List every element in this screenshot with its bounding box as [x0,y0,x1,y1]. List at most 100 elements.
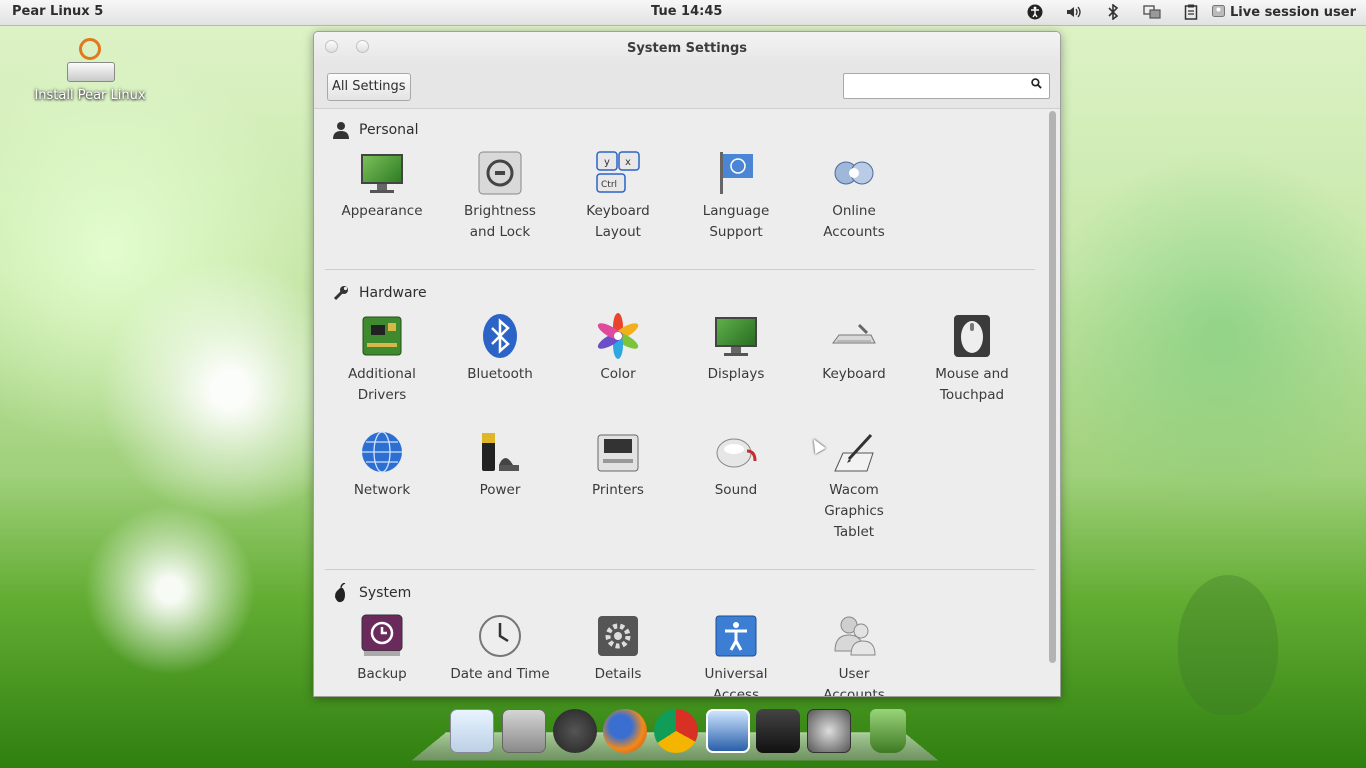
scrollbar-thumb[interactable] [1049,111,1056,663]
clock-icon [477,613,523,659]
app-store-icon[interactable] [553,709,597,753]
setting-printers[interactable]: Printers [559,429,677,501]
setting-label: Color [600,366,636,382]
window-title: System Settings [626,41,748,56]
all-settings-button[interactable]: All Settings [327,73,411,101]
search-box[interactable] [843,73,1050,99]
section-personal: Personal [331,120,419,140]
appearance-icon [359,150,405,196]
setting-label: Language Support [702,203,770,240]
setting-language-support[interactable]: Language Support [677,150,795,243]
setting-label: Power [479,482,521,498]
displays-icon [713,313,759,359]
setting-label: Network [353,482,411,498]
pear-watermark [1178,575,1278,715]
volume-icon[interactable] [1063,3,1085,21]
brightness-icon [477,150,523,196]
window-titlebar[interactable]: System Settings [314,32,1060,65]
trash-icon[interactable] [870,709,906,753]
video-icon[interactable] [756,709,800,753]
setting-user-accounts[interactable]: User Accounts [795,613,913,696]
setting-label: Keyboard Layout [586,203,650,240]
section-title: Personal [359,122,419,138]
dock [400,706,939,768]
panel-clock[interactable]: Tue 14:45 [651,4,722,19]
section-title: System [359,585,412,601]
section-title: Hardware [359,285,427,301]
setting-date-time[interactable]: Date and Time [441,613,559,685]
rocket-icon[interactable] [502,709,546,753]
scrollbar[interactable] [1047,110,1058,696]
setting-label: User Accounts [823,666,885,696]
session-user-label: Live session user [1230,4,1356,20]
bluetooth-icon [477,313,523,359]
details-icon [595,613,641,659]
top-panel: Pear Linux 5 Tue 14:45 Live session user [0,0,1366,26]
mouse-icon [949,313,995,359]
desktop-install-label: Install Pear Linux [34,88,146,103]
setting-network[interactable]: Network [323,429,441,501]
panel-app-title[interactable]: Pear Linux 5 [12,4,103,19]
setting-label: Backup [357,666,407,682]
person-icon [331,120,351,140]
setting-additional-drivers[interactable]: Additional Drivers [323,313,441,406]
system-settings-window: System Settings All Settings Personal Ap… [313,31,1061,697]
svg-text:Ctrl: Ctrl [601,180,617,190]
setting-mouse-touchpad[interactable]: Mouse and Touchpad [913,313,1031,406]
setting-label: Bluetooth [467,366,533,382]
network-icon [359,429,405,475]
svg-text:y: y [604,157,610,168]
setting-online-accounts[interactable]: Online Accounts [795,150,913,243]
pear-icon [331,583,351,603]
setting-color[interactable]: Color [559,313,677,385]
setting-label: Universal Access [704,666,768,696]
setting-keyboard[interactable]: Keyboard [795,313,913,385]
setting-label: Additional Drivers [348,366,416,403]
sound-icon [713,429,759,475]
setting-label: Date and Time [450,666,550,682]
desktop-install-icon[interactable]: Install Pear Linux [30,38,150,103]
search-input[interactable] [849,77,1023,97]
network-icon[interactable] [1141,3,1163,21]
window-toolbar: All Settings [314,65,1060,109]
drivers-icon [359,313,405,359]
setting-appearance[interactable]: Appearance [323,150,441,222]
section-system: System [331,583,411,603]
setting-universal-access[interactable]: Universal Access [677,613,795,696]
setting-label: Sound [714,482,758,498]
monitor-icon[interactable] [450,709,494,753]
setting-label: Appearance [341,203,423,219]
clipboard-icon[interactable] [1180,3,1202,21]
photos-icon[interactable] [706,709,750,753]
chrome-icon[interactable] [654,709,698,753]
setting-label: Keyboard [822,366,886,382]
online-accounts-icon [831,150,877,196]
setting-keyboard-layout[interactable]: y x Ctrl Keyboard Layout [559,150,677,243]
setting-brightness-lock[interactable]: Brightness and Lock [441,150,559,243]
accessibility-icon[interactable] [1024,3,1046,21]
search-icon[interactable] [1031,78,1042,89]
setting-backup[interactable]: Backup [323,613,441,685]
wacom-icon [831,429,877,475]
setting-label: Printers [592,482,644,498]
setting-sound[interactable]: Sound [677,429,795,501]
wrench-icon [331,283,351,303]
printer-icon [595,429,641,475]
panel-indicators: Live session user [1007,3,1356,21]
bluetooth-icon[interactable] [1102,3,1124,21]
firefox-icon[interactable] [603,709,647,753]
setting-bluetooth[interactable]: Bluetooth [441,313,559,385]
universal-access-icon [713,613,759,659]
keyboard-icon [831,313,877,359]
setting-displays[interactable]: Displays [677,313,795,385]
setting-power[interactable]: Power [441,429,559,501]
language-icon [713,150,759,196]
settings-icon[interactable] [807,709,851,753]
setting-details[interactable]: Details [559,613,677,685]
user-icon [1212,4,1226,20]
setting-label: Details [594,666,642,682]
session-user-menu[interactable]: Live session user [1212,4,1356,20]
settings-content: Personal Appearance Brightness and Lock … [314,109,1048,696]
setting-label: Brightness and Lock [464,203,536,240]
setting-label: Wacom Graphics Tablet [824,482,884,540]
